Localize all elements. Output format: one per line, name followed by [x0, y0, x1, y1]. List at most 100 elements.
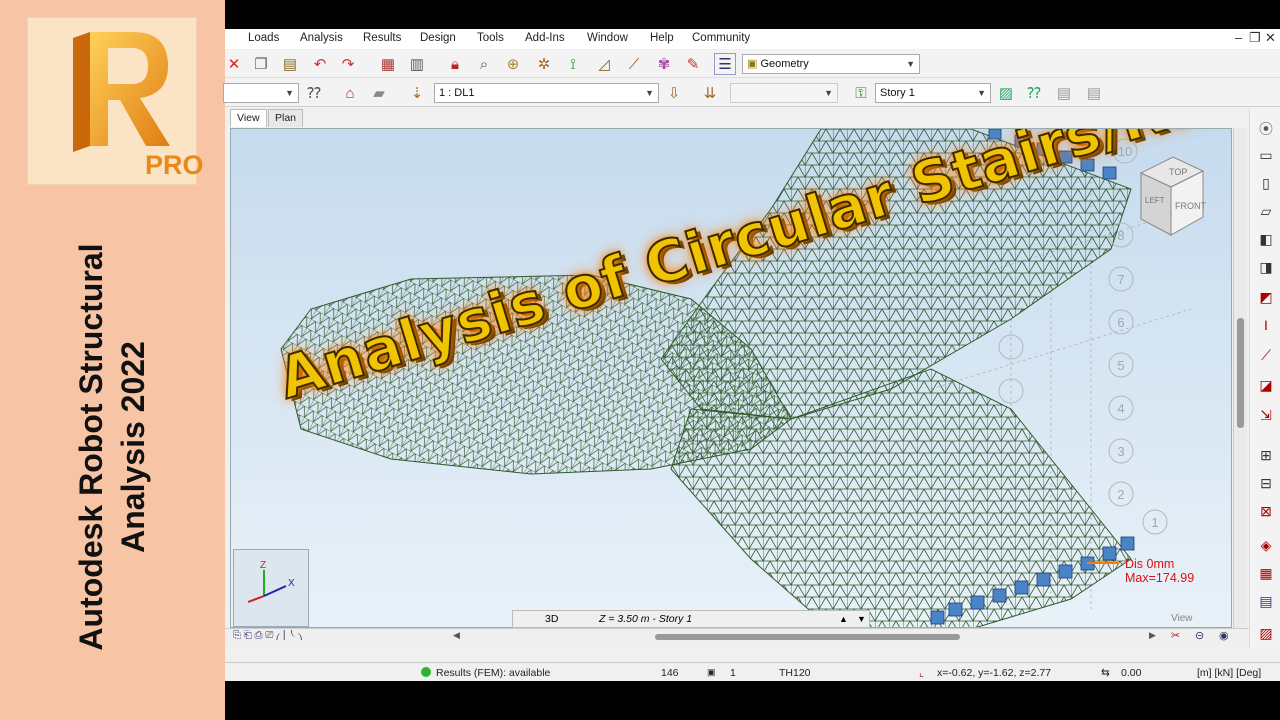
- column-icon[interactable]: ▯: [1255, 175, 1277, 195]
- snap-icon[interactable]: ⟟: [562, 53, 584, 75]
- menu-community[interactable]: Community: [692, 32, 750, 44]
- level-up-icon[interactable]: ▲: [839, 611, 848, 627]
- level-down-icon[interactable]: ▼: [857, 611, 866, 627]
- calculator-icon[interactable]: ▦: [377, 53, 399, 75]
- view-corner-label: View: [1171, 613, 1193, 624]
- table-icon[interactable]: ▤: [1255, 593, 1277, 613]
- measure-icon[interactable]: ◿: [593, 53, 615, 75]
- load-case-combo[interactable]: 1 : DL1 ▼: [434, 83, 659, 103]
- section-cut-icon[interactable]: ✂: [1171, 629, 1180, 642]
- story-help-icon[interactable]: ⁇: [1023, 82, 1045, 104]
- horizontal-scrollbar[interactable]: ⎘ ⎗ ⎙ ⎚ ⎛ ⎜ ⎝ ⎞ ◀ ▶ ✂ ⊝ ◉: [225, 628, 1249, 645]
- menu-window[interactable]: Window: [587, 32, 628, 44]
- load-types-icon[interactable]: ⇩: [663, 82, 685, 104]
- mesh-icon[interactable]: ▦: [1255, 565, 1277, 585]
- layout-combo[interactable]: ▣ Geometry ▼: [742, 54, 920, 74]
- paste-icon[interactable]: ▤: [279, 53, 301, 75]
- print-icon[interactable]: ▤: [1053, 82, 1075, 104]
- tables-icon[interactable]: ▥: [406, 53, 428, 75]
- axis-triad: Z X: [233, 549, 309, 627]
- chevron-down-icon: ▼: [906, 59, 915, 69]
- frame-icon[interactable]: ⊟: [1255, 475, 1277, 495]
- disabled-combo[interactable]: ▼: [730, 83, 838, 103]
- story-manager-icon[interactable]: ▨: [995, 82, 1017, 104]
- section-icon[interactable]: ✾: [653, 53, 675, 75]
- copy-icon[interactable]: ❐: [250, 53, 272, 75]
- combination-icon[interactable]: ◈: [1255, 537, 1277, 557]
- tab-plan[interactable]: Plan: [268, 109, 304, 127]
- lock-icon[interactable]: 🔒︎: [444, 53, 466, 75]
- load-arrow-icon[interactable]: ⇲: [1255, 407, 1277, 427]
- bar-icon[interactable]: ▭: [1255, 147, 1277, 167]
- wrench-icon[interactable]: ✎: [682, 53, 704, 75]
- banner-title-line2: Analysis 2022: [115, 341, 151, 553]
- load-icon[interactable]: ⇣: [406, 82, 428, 104]
- zoom-icon[interactable]: ⌕: [473, 53, 495, 75]
- menu-results[interactable]: Results: [363, 32, 401, 44]
- section-icon-status: ▣: [707, 667, 716, 677]
- redo-icon[interactable]: ↷: [337, 53, 359, 75]
- tab-view[interactable]: View: [230, 109, 267, 127]
- horizontal-scroll-thumb[interactable]: [655, 634, 960, 640]
- cursor-coordinates: x=-0.62, y=-1.62, z=2.77: [937, 667, 1052, 679]
- selection-combo[interactable]: ▼: [223, 83, 299, 103]
- close-window-button[interactable]: ✕: [1265, 30, 1276, 46]
- support-icon[interactable]: ◩: [1255, 289, 1277, 309]
- release-icon[interactable]: ⟋: [1255, 347, 1277, 367]
- axis-z-label: Z: [260, 560, 266, 571]
- layout-list-icon[interactable]: ☰: [714, 53, 736, 75]
- display-icon[interactable]: ▰: [368, 82, 390, 104]
- menu-analysis[interactable]: Analysis: [300, 32, 343, 44]
- view-cube[interactable]: TOP LEFT FRONT: [1121, 145, 1221, 250]
- story-icon[interactable]: ⚿: [850, 82, 872, 104]
- story-combo[interactable]: Story 1 ▼: [875, 83, 991, 103]
- help-pointer-icon[interactable]: ⁇: [303, 82, 325, 104]
- home-view-icon[interactable]: ⌂: [339, 82, 361, 104]
- right-toolbar: ⦿ ▭ ▯ ▱ ◧ ◨ ◩ I ⟋ ◪ ⇲ ⊞ ⊟ ⊠ ◈ ▦ ▤ ▨: [1249, 109, 1280, 649]
- trusses-icon[interactable]: ⟋: [623, 53, 645, 75]
- menu-design[interactable]: Design: [420, 32, 456, 44]
- offset-icon[interactable]: ◪: [1255, 377, 1277, 397]
- menu-tools[interactable]: Tools: [477, 32, 504, 44]
- link-icon[interactable]: ⊝: [1195, 629, 1204, 642]
- nodes-icon[interactable]: ⦿: [1255, 119, 1277, 139]
- menu-loads[interactable]: Loads: [248, 32, 279, 44]
- zoom-window-icon[interactable]: ⊕: [502, 53, 524, 75]
- banner-title: Autodesk Robot Structural Analysis 2022: [70, 217, 154, 677]
- preview-icon[interactable]: ▤: [1083, 82, 1105, 104]
- menu-add-ins[interactable]: Add-Ins: [525, 32, 565, 44]
- viewport-3d[interactable]: 10 8 7 6 5 4 3 2 1 Analysis of Circular …: [230, 128, 1232, 628]
- beam-icon[interactable]: ◧: [1255, 231, 1277, 251]
- brace-icon[interactable]: ◨: [1255, 259, 1277, 279]
- load-def-icon[interactable]: ⇊: [699, 82, 721, 104]
- structure-icon[interactable]: ✲: [533, 53, 555, 75]
- restore-button[interactable]: ❐: [1249, 30, 1261, 46]
- minimize-button[interactable]: ‒: [1235, 30, 1242, 45]
- undo-icon[interactable]: ↶: [309, 53, 331, 75]
- units[interactable]: [m] [kN] [Deg]: [1197, 667, 1261, 679]
- menu-help[interactable]: Help: [650, 32, 674, 44]
- coordinates-icon: ⌞: [919, 667, 924, 679]
- view-cube-front: FRONT: [1175, 201, 1206, 211]
- vertical-scrollbar[interactable]: [1233, 128, 1247, 628]
- section-i-icon[interactable]: I: [1255, 317, 1277, 337]
- load-case-icon[interactable]: ⊠: [1255, 503, 1277, 523]
- view-mode[interactable]: 3D: [545, 611, 558, 627]
- axis-marker-1: 1: [1151, 515, 1158, 530]
- view-tools-icons[interactable]: ⎘ ⎗ ⎙ ⎚ ⎛ ⎜ ⎝ ⎞: [233, 630, 302, 641]
- report-icon[interactable]: ▨: [1255, 625, 1277, 645]
- scroll-left-icon[interactable]: ◀: [453, 630, 460, 641]
- axis-marker-3: 3: [1117, 444, 1124, 459]
- grid-axes-icon[interactable]: ⊞: [1255, 447, 1277, 467]
- toolbar-top: ✕ ❐ ▤ ↶ ↷ ▦ ▥ 🔒︎ ⌕ ⊕ ✲ ⟟ ◿ ⟋ ✾ ✎ ☰ ▣ Geo…: [225, 50, 1280, 78]
- results-status-icon: [421, 667, 431, 677]
- delete-icon[interactable]: ✕: [223, 53, 245, 75]
- axis-x-label: X: [288, 578, 295, 589]
- vertical-scroll-thumb[interactable]: [1237, 318, 1244, 428]
- panel-icon[interactable]: ▱: [1255, 203, 1277, 223]
- view-level[interactable]: Z = 3.50 m - Story 1: [599, 611, 692, 627]
- chevron-down-icon: ▼: [824, 88, 833, 98]
- angle-value: 0.00: [1121, 667, 1142, 679]
- scroll-right-icon[interactable]: ▶: [1149, 630, 1156, 641]
- eye-icon[interactable]: ◉: [1219, 629, 1229, 642]
